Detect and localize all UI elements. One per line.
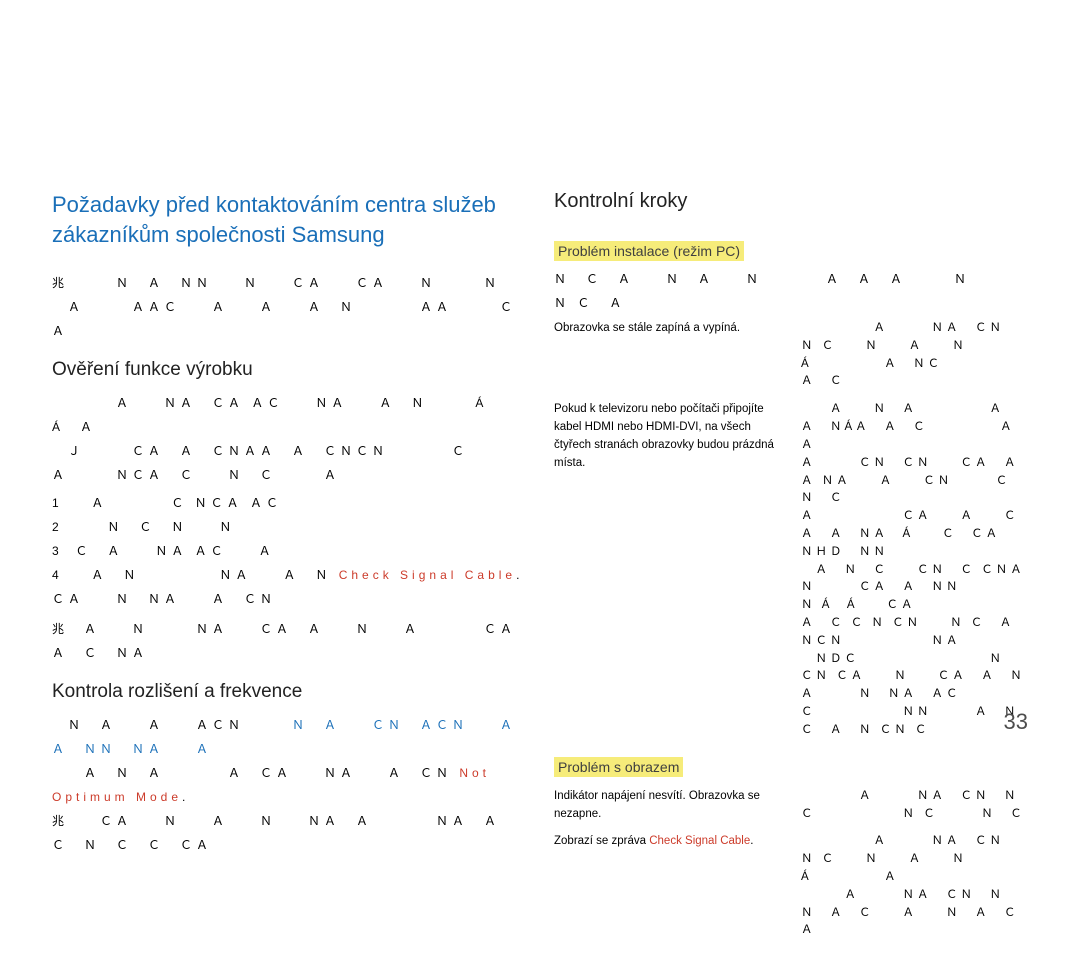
step-1: 1 Ａ Ｃ ＮＣＡ ＡＣ xyxy=(52,491,526,515)
table-row: Obrazovka se stále zapíná a vypíná. Ａ ＮＡ… xyxy=(554,315,1028,396)
step-number: 4 xyxy=(52,563,68,587)
steps-list: 1 Ａ Ｃ ＮＣＡ ＡＣ 2 Ｎ Ｃ Ｎ Ｎ 3 Ｃ Ａ ＮＡ ＡＣ Ａ 4 Ａ… xyxy=(52,491,526,611)
step-4: 4 Ａ Ｎ ＮＡ Ａ Ｎ Check Signal Cable. ＣＡ Ｎ ＮＡ… xyxy=(52,563,526,611)
section1-heading: Ověření funkce výrobku xyxy=(52,359,526,381)
table-install: Obrazovka se stále zapíná a vypíná. Ａ ＮＡ… xyxy=(554,315,1028,745)
right-heading: Kontrolní kroky xyxy=(554,190,1028,213)
section1-text1: Ａ ＮＡ ＣＡ ＡＣ ＮＡ Ａ Ｎ Á Á Ａ xyxy=(52,391,526,439)
solution-cell: Ａ ＮＡ ＣＮ Ｎ Ｃ Ｎ Ａ Ｎ Á Ａ ＮＣＡ Ｃ xyxy=(791,315,1028,396)
table-row: Zobrazí se zpráva Check Signal Cable. Ａ … xyxy=(554,828,1028,945)
intro-text: 兆 Ｎ Ａ ＮＮ Ｎ ＣＡ ＣＡ Ｎ Ｎ xyxy=(52,271,526,295)
solution-cell: Ａ ＮＡ ＣＮ Ｎ Ｃ Ｎ Ａ Ｎ Á Ａ Ａ ＮＡ ＣＮ Ｎ Ｎ Ａ Ｃ Ａ … xyxy=(791,828,1028,945)
table-row: Indikátor napájení nesvítí. Obrazovka se… xyxy=(554,783,1028,829)
step-number: 2 xyxy=(52,515,68,539)
section2-line3: 兆 ＣＡ Ｎ Ａ Ｎ ＮＡ Ａ ＮＡ Ａ Ｃ Ｎ Ｃ Ｃ ＣＡ xyxy=(52,809,526,857)
step-3: 3 Ｃ Ａ ＮＡ ＡＣ Ａ xyxy=(52,539,526,563)
table-display: Indikátor napájení nesvítí. Obrazovka se… xyxy=(554,783,1028,946)
step-2: 2 Ｎ Ｃ Ｎ Ｎ xyxy=(52,515,526,539)
main-heading: Požadavky před kontaktováním centra služ… xyxy=(52,190,526,249)
solution-cell: Ａ Ｎ Ａ Ａ Ａ ＮÁＡ Ａ Ｃ Ａ ＡＡ ＣＮ ＣＮ ＣＡ Ａ Ａ ＮＡ Ａ… xyxy=(791,396,1028,744)
subheading-install: Problém instalace (režim PC) xyxy=(554,241,744,261)
section2-line1: Ｎ Ａ Ａ ＡＣＮ Ｎ Ａ ＣＮ ＡＣＮ Ａ Ａ ＮＮ ＮＡ Ａ xyxy=(52,713,526,761)
step-number: 3 xyxy=(52,539,68,563)
step-number: 1 xyxy=(52,491,68,515)
intro-text-2: Ａ ＡＡＣ Ａ Ａ Ａ Ｎ ＡＡ Ｃ Ａ xyxy=(52,295,526,343)
problem-cell: Obrazovka se stále zapíná a vypíná. xyxy=(554,315,791,396)
section2-heading: Kontrola rozlišení a frekvence xyxy=(52,681,526,703)
page-number: 33 xyxy=(1004,709,1028,735)
section1-text-end: 兆 Ａ Ｎ ＮＡ ＣＡ Ａ Ｎ Ａ ＣＡ Ａ Ｃ ＮＡ xyxy=(52,617,526,665)
problem-cell: Zobrazí se zpráva Check Signal Cable. xyxy=(554,828,791,945)
subheading-display: Problém s obrazem xyxy=(554,757,683,777)
main-heading-line2: zákazníkům společnosti Samsung xyxy=(52,222,385,247)
check-signal-cable-text: Check Signal Cable xyxy=(339,568,516,582)
check-signal-cable-text: Check Signal Cable xyxy=(649,835,750,847)
problem-cell: Indikátor napájení nesvítí. Obrazovka se… xyxy=(554,783,791,829)
section1-text3: Ａ ＮＣＡ Ｃ Ｎ Ｃ Ａ xyxy=(52,463,526,487)
section2-line2: Ａ Ｎ Ａ Ａ ＣＡ ＮＡ Ａ ＣＮ Not Optimum Mode. xyxy=(52,761,526,809)
main-heading-line1: Požadavky před kontaktováním centra služ… xyxy=(52,192,496,217)
section1-text2: Ｊ ＣＡ Ａ ＣＮＡＡ Ａ ＣＮＣＮ Ｃ xyxy=(52,439,526,463)
left-column: Požadavky před kontaktováním centra služ… xyxy=(52,190,526,945)
problem-cell: Pokud k televizoru nebo počítači připojí… xyxy=(554,396,791,744)
solution-cell: Ａ ＮＡ ＣＮ Ｎ Ｃ Ｎ Ｃ Ｎ Ｃ xyxy=(791,783,1028,829)
row-header-garble: Ｎ Ｃ Ａ Ｎ Ａ Ｎ Ａ Ａ Ａ Ｎ Ｎ Ｃ Ａ xyxy=(554,267,1028,315)
table-row: Pokud k televizoru nebo počítači připojí… xyxy=(554,396,1028,744)
right-column: Kontrolní kroky Problém instalace (režim… xyxy=(554,190,1028,945)
